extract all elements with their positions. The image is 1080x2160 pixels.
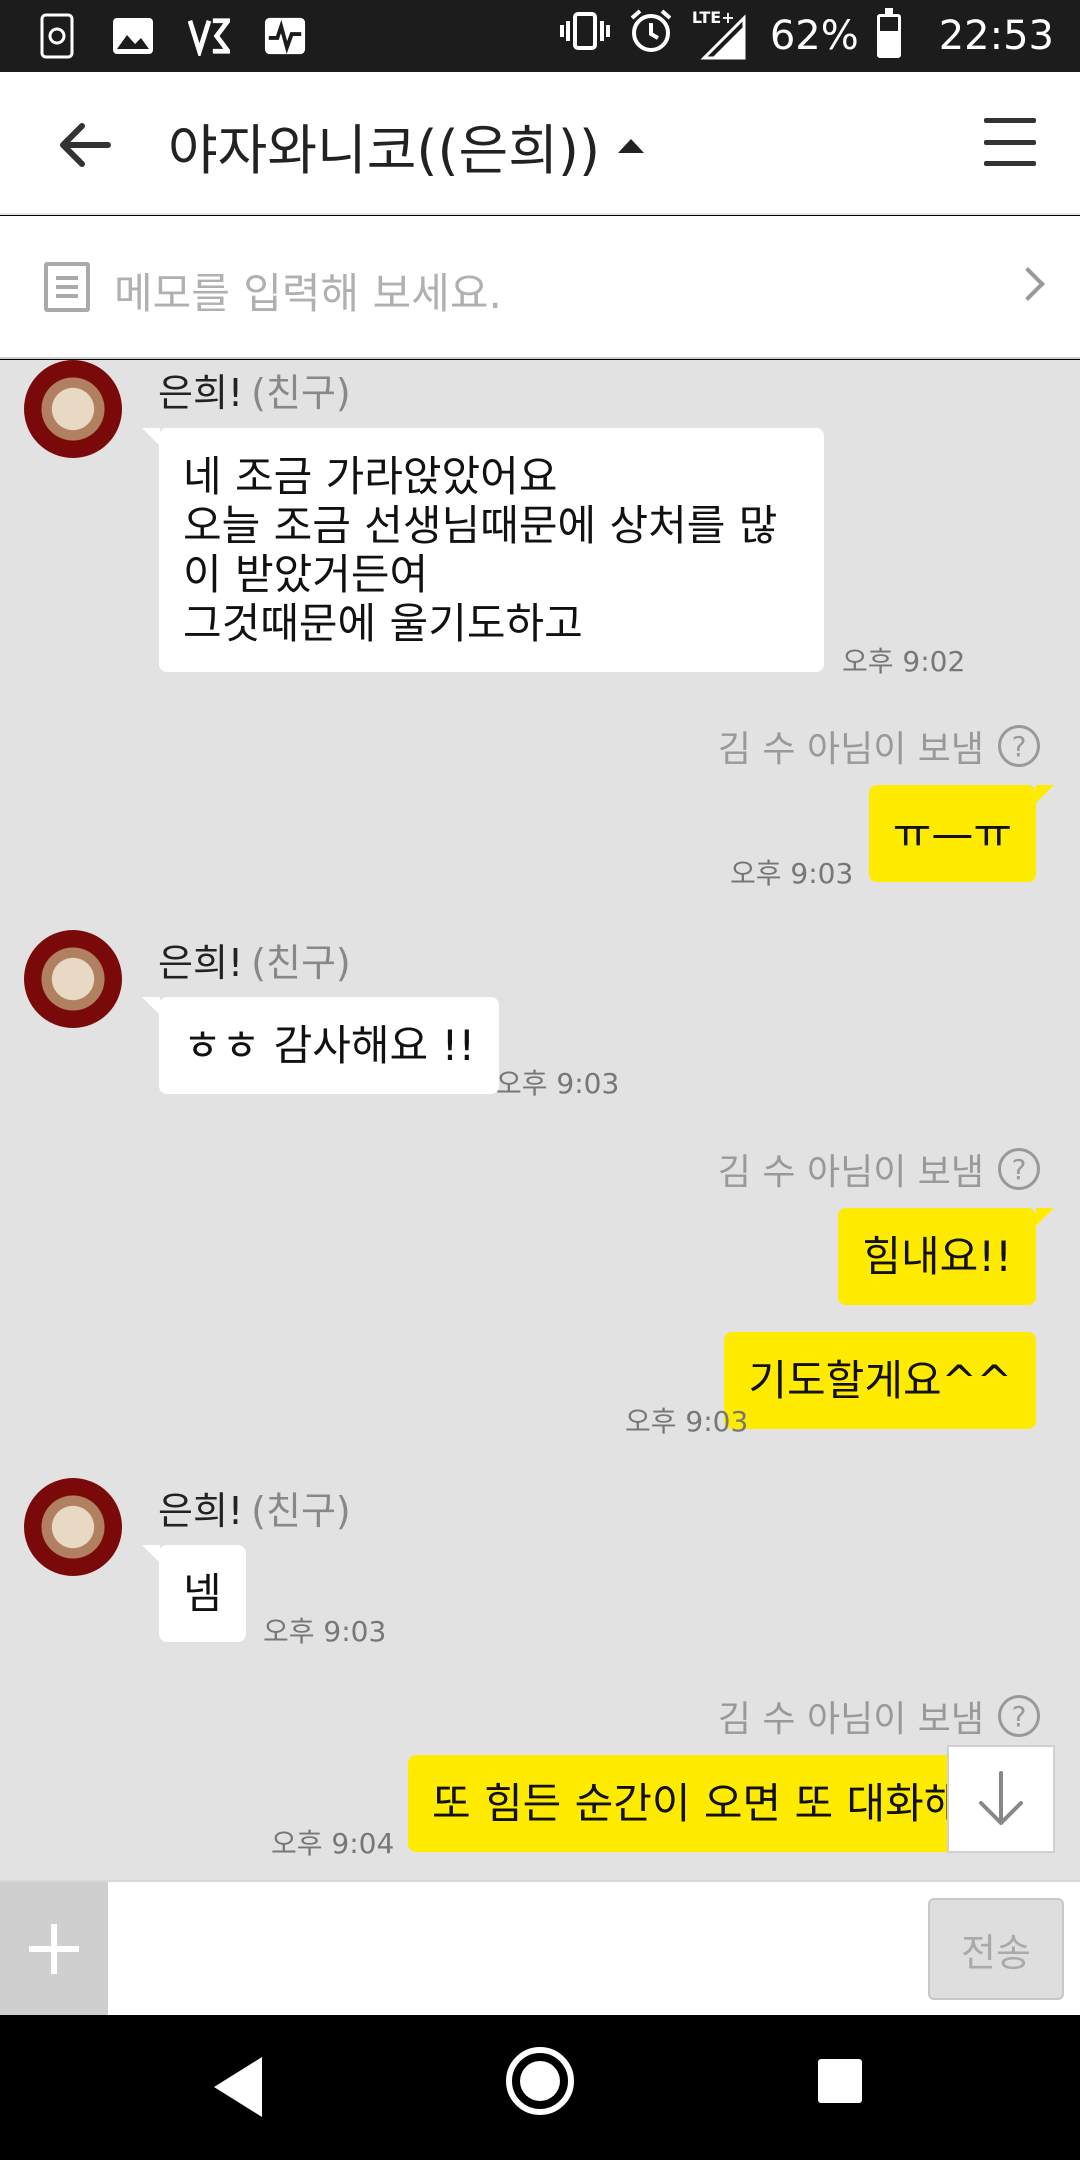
message-bubble-incoming[interactable]: 넴 — [159, 1545, 246, 1642]
message-bubble-incoming[interactable]: ㅎㅎ 감사해요 !! — [159, 997, 500, 1094]
activity-app-icon — [264, 12, 306, 60]
battery-percent: 62% — [769, 13, 859, 59]
scroll-to-bottom-button[interactable] — [947, 1745, 1055, 1853]
send-button[interactable]: 전송 — [928, 1898, 1064, 2000]
question-icon[interactable]: ? — [998, 1148, 1040, 1190]
question-icon[interactable]: ? — [998, 1695, 1040, 1737]
nav-recents-icon[interactable] — [818, 2059, 862, 2103]
message-time: 오후 9:02 — [842, 645, 966, 678]
bubble-tail — [142, 428, 160, 446]
message-text: 힘내요!! — [862, 1232, 1012, 1281]
bubble-tail — [1036, 785, 1054, 803]
avatar[interactable] — [24, 930, 122, 1028]
vibrate-icon — [559, 11, 610, 61]
message-input-bar: 전송 — [0, 1880, 1080, 2015]
sender-name: 은희! (친구) — [158, 1480, 351, 1535]
vpn-app-icon — [188, 12, 230, 60]
message-line: 네 조금 가라앉았어요 — [183, 452, 558, 501]
message-bubble-outgoing[interactable]: 힘내요!! — [838, 1208, 1036, 1305]
chat-title-button[interactable]: 야자와니코((은희)) — [168, 106, 645, 185]
sender-name: 은희! (친구) — [158, 932, 351, 987]
sender-relation: (친구) — [251, 1489, 351, 1533]
sender-name: 은희! (친구) — [158, 362, 351, 417]
sent-by-label: 김 수 아님이 보냄 ? — [718, 1690, 1040, 1742]
memo-icon — [44, 262, 90, 312]
sent-by-text: 김 수 아님이 보냄 — [717, 1152, 984, 1193]
battery-icon — [876, 8, 901, 58]
sender-nickname: 은희! — [158, 941, 244, 985]
nav-back-icon[interactable] — [214, 2057, 262, 2117]
image-icon — [112, 12, 154, 60]
sent-by-label: 김 수 아님이 보냄 ? — [718, 1143, 1040, 1195]
message-time: 오후 9:04 — [271, 1827, 395, 1860]
sender-nickname: 은희! — [158, 371, 244, 415]
back-arrow-icon[interactable] — [50, 110, 120, 180]
clock: 22:53 — [938, 13, 1054, 59]
message-text: ㅎㅎ 감사해요 !! — [183, 1021, 476, 1070]
sent-by-label: 김 수 아님이 보냄 ? — [718, 720, 1040, 772]
message-bubble-incoming[interactable]: 네 조금 가라앉았어요 오늘 조금 선생님때문에 상처를 많 이 받았거든여 그… — [159, 428, 824, 672]
message-time: 오후 9:03 — [263, 1615, 387, 1648]
message-time: 오후 9:03 — [625, 1405, 749, 1438]
plus-icon-vertical — [51, 1923, 57, 1974]
sender-relation: (친구) — [251, 941, 351, 985]
bubble-tail — [142, 1545, 160, 1563]
message-text: 넴 — [183, 1569, 222, 1618]
message-bubble-outgoing[interactable]: 또 힘든 순간이 오면 또 대화해 — [408, 1755, 1036, 1852]
question-icon[interactable]: ? — [998, 725, 1040, 767]
chat-area[interactable]: 은희! (친구) 네 조금 가라앉았어요 오늘 조금 선생님때문에 상처를 많 이… — [0, 360, 1080, 1880]
alarm-icon — [628, 8, 674, 64]
nav-home-icon[interactable] — [506, 2047, 574, 2115]
arrow-down-icon — [979, 1771, 1023, 1825]
message-text: 기도할게요^^ — [748, 1356, 1012, 1405]
message-bubble-outgoing[interactable]: 기도할게요^^ — [724, 1332, 1036, 1429]
lte-signal-icon: LTE+ — [692, 8, 746, 60]
sent-by-text: 김 수 아님이 보냄 — [717, 1699, 984, 1740]
chat-header: 야자와니코((은희)) — [0, 72, 1080, 215]
message-input[interactable] — [108, 1882, 928, 2015]
bubble-tail — [1036, 1208, 1054, 1226]
message-time: 오후 9:03 — [730, 857, 854, 890]
avatar[interactable] — [24, 1478, 122, 1576]
menu-icon[interactable] — [984, 118, 1036, 166]
chevron-right-icon — [1011, 267, 1045, 301]
message-line: 그것때문에 울기도하고 — [183, 599, 583, 648]
status-bar: LTE+ 62% 22:53 — [0, 0, 1080, 72]
sender-nickname: 은희! — [158, 1489, 244, 1533]
avatar[interactable] — [24, 360, 122, 458]
chat-title: 야자와니코((은희)) — [168, 119, 601, 182]
attach-plus-button[interactable] — [0, 1882, 108, 2015]
memo-placeholder: 메모를 입력해 보세요. — [114, 269, 502, 318]
message-text: ㅠ—ㅠ — [892, 809, 1012, 858]
memo-bar[interactable]: 메모를 입력해 보세요. — [0, 216, 1080, 359]
navigation-bar — [0, 2015, 1080, 2160]
message-bubble-outgoing[interactable]: ㅠ—ㅠ — [868, 785, 1036, 882]
sent-by-text: 김 수 아님이 보냄 — [717, 729, 984, 770]
message-line: 오늘 조금 선생님때문에 상처를 많 — [183, 501, 778, 550]
message-line: 이 받았거든여 — [183, 550, 429, 599]
message-time: 오후 9:03 — [496, 1067, 620, 1100]
message-text: 또 힘든 순간이 오면 또 대화해 — [432, 1779, 963, 1828]
caret-up-icon — [618, 138, 645, 153]
sender-relation: (친구) — [251, 371, 351, 415]
bubble-tail — [142, 997, 160, 1015]
screenshot-app-icon — [36, 12, 78, 60]
